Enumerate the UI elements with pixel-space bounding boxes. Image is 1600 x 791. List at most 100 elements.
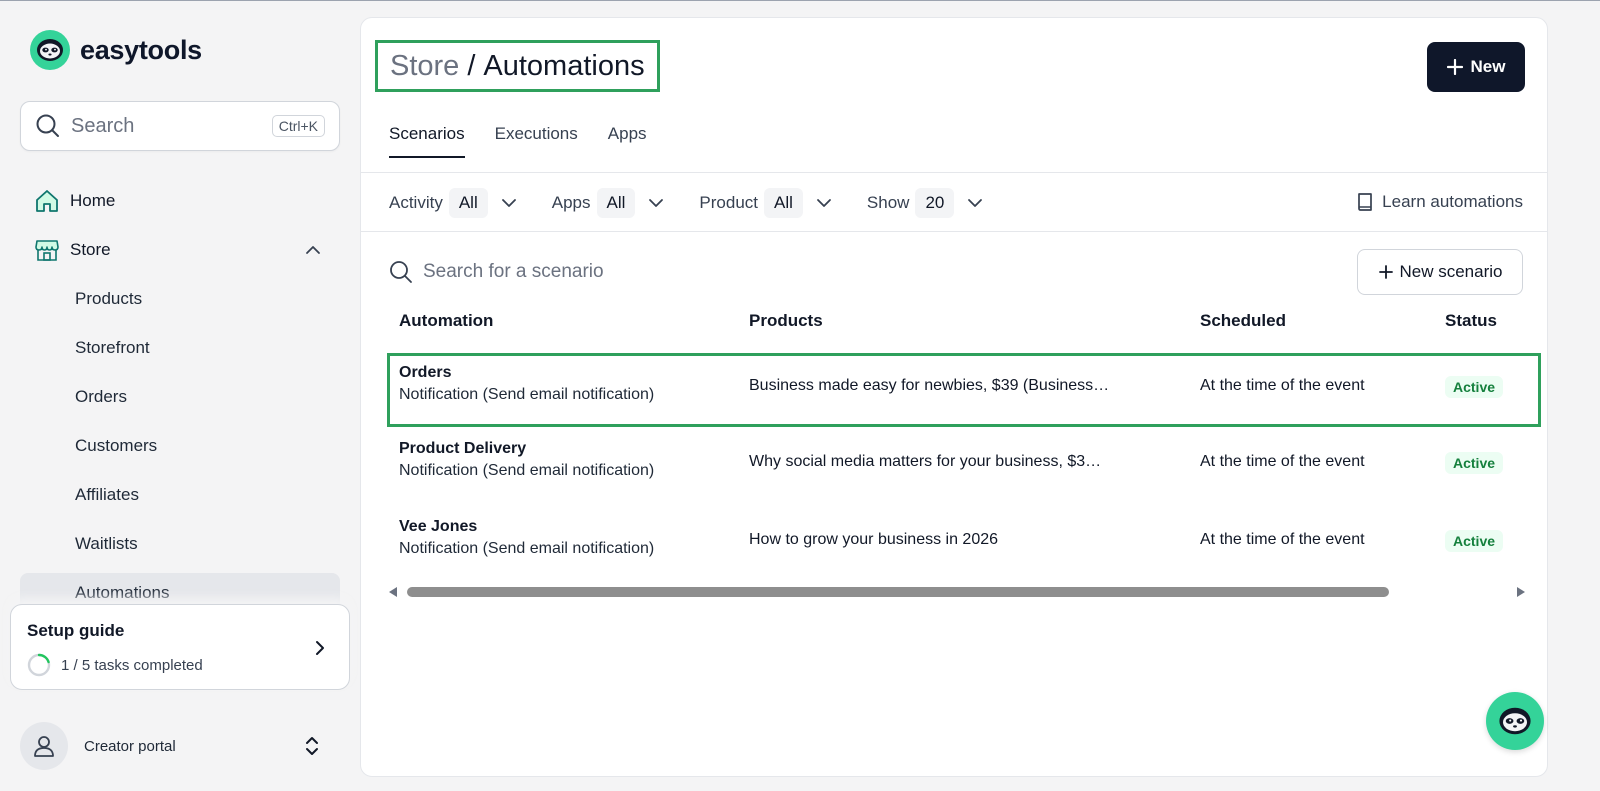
- column-header-products[interactable]: Products: [749, 311, 823, 331]
- scrollbar-thumb[interactable]: [407, 587, 1389, 597]
- sidebar-item-label: Automations: [75, 583, 170, 602]
- tab-apps[interactable]: Apps: [608, 124, 647, 158]
- scroll-right-arrow-icon[interactable]: [1517, 587, 1525, 597]
- automation-name: Orders: [399, 364, 452, 381]
- automation-type: Notification (Send email notification): [399, 540, 655, 557]
- setup-guide-card[interactable]: Setup guide 1 / 5 tasks completed: [10, 604, 350, 690]
- chevron-down-icon: [501, 199, 516, 207]
- automation-cell: Vee Jones Notification (Send email notif…: [399, 518, 654, 558]
- sidebar-item-label: Waitlists: [75, 534, 138, 553]
- scheduled-cell: At the time of the event: [1200, 377, 1365, 394]
- sidebar-item-customers[interactable]: Customers: [20, 426, 340, 466]
- home-icon: [36, 190, 58, 212]
- progress-ring-icon: [27, 653, 51, 677]
- setup-guide-progress: 1 / 5 tasks completed: [27, 653, 203, 677]
- products-cell: Business made easy for newbies, $39 (Bus…: [749, 377, 1110, 394]
- filter-value: All: [596, 188, 636, 218]
- avatar: [20, 722, 68, 770]
- sidebar-item-storefront[interactable]: Storefront: [20, 328, 340, 368]
- breadcrumb-separator: /: [467, 49, 476, 82]
- horizontal-scrollbar[interactable]: [387, 584, 1527, 600]
- sidebar-item-affiliates[interactable]: Affiliates: [20, 475, 340, 515]
- chat-support-button[interactable]: [1486, 692, 1544, 750]
- sidebar-item-orders[interactable]: Orders: [20, 377, 340, 417]
- filter-label: Apps: [551, 193, 591, 212]
- sidebar-item-home[interactable]: Home: [20, 181, 340, 221]
- plus-icon: [1378, 265, 1393, 279]
- scheduled-cell: At the time of the event: [1200, 453, 1365, 470]
- sloth-logo-icon: [30, 30, 70, 70]
- filter-activity[interactable]: Activity All: [389, 188, 518, 218]
- chevron-down-icon: [817, 199, 831, 207]
- filter-value: All: [764, 188, 803, 218]
- new-scenario-label: New scenario: [1399, 262, 1503, 281]
- sidebar-item-label: Storefront: [75, 338, 150, 357]
- creator-portal-switcher[interactable]: Creator portal: [20, 720, 340, 772]
- search-icon: [390, 261, 412, 283]
- sidebar-item-label: Products: [75, 289, 143, 308]
- breadcrumb: Store / Automations: [375, 40, 660, 92]
- filter-label: Product: [699, 193, 758, 212]
- chevron-down-icon: [968, 199, 983, 207]
- chevron-updown-icon: [306, 737, 318, 755]
- column-header-scheduled[interactable]: Scheduled: [1200, 311, 1286, 331]
- automation-cell: Product Delivery Notification (Send emai…: [399, 440, 654, 480]
- creator-portal-label: Creator portal: [84, 737, 176, 755]
- chevron-up-icon[interactable]: [304, 241, 322, 259]
- column-header-automation[interactable]: Automation: [399, 311, 493, 331]
- setup-guide-title: Setup guide: [27, 621, 125, 640]
- sidebar: easytools Search Ctrl+K Home Store Produ…: [0, 0, 360, 791]
- sidebar-item-label: Affiliates: [75, 485, 139, 504]
- new-button[interactable]: New: [1427, 42, 1525, 92]
- breadcrumb-current: Automations: [483, 49, 645, 82]
- main-panel: Store / Automations New Scenarios Execut…: [360, 17, 1548, 777]
- filter-product[interactable]: Product All: [699, 188, 833, 218]
- search-label: Search: [71, 114, 135, 137]
- setup-guide-progress-text: 1 / 5 tasks completed: [61, 656, 203, 674]
- book-icon: [1358, 193, 1373, 211]
- chevron-right-icon: [316, 641, 324, 655]
- scenario-search[interactable]: Search for a scenario: [389, 260, 604, 284]
- status-badge: Active: [1445, 452, 1504, 474]
- sidebar-item-waitlists[interactable]: Waitlists: [20, 524, 340, 564]
- breadcrumb-parent[interactable]: Store: [390, 50, 459, 83]
- sidebar-item-label: Orders: [75, 387, 127, 406]
- filter-show[interactable]: Show 20: [867, 188, 984, 218]
- sidebar-item-store[interactable]: Store: [20, 230, 340, 270]
- learn-automations-link[interactable]: Learn automations: [1356, 192, 1523, 212]
- filters-bar: Activity All Apps All Product All Show 2…: [389, 188, 1018, 218]
- scheduled-cell: At the time of the event: [1200, 531, 1365, 548]
- sidebar-search[interactable]: Search Ctrl+K: [20, 101, 340, 151]
- new-scenario-button[interactable]: New scenario: [1357, 249, 1523, 295]
- automation-type: Notification (Send email notification): [399, 462, 655, 479]
- learn-automations-label: Learn automations: [1382, 192, 1523, 211]
- automation-cell: Orders Notification (Send email notifica…: [399, 364, 654, 404]
- sloth-chat-icon: [1499, 707, 1531, 735]
- table-row[interactable]: Orders Notification (Send email notifica…: [387, 353, 1541, 427]
- sidebar-item-label: Store: [70, 240, 111, 259]
- search-icon: [36, 114, 59, 137]
- tabs-divider: [361, 172, 1547, 173]
- sidebar-item-label: Home: [70, 191, 116, 210]
- sidebar-item-products[interactable]: Products: [20, 279, 340, 319]
- tab-scenarios[interactable]: Scenarios: [389, 124, 465, 158]
- status-badge: Active: [1445, 376, 1504, 398]
- tab-executions[interactable]: Executions: [495, 124, 578, 158]
- user-icon: [34, 736, 54, 757]
- new-button-label: New: [1470, 57, 1506, 76]
- column-header-status[interactable]: Status: [1445, 311, 1497, 331]
- automation-name: Product Delivery: [399, 440, 527, 457]
- automation-type: Notification (Send email notification): [399, 386, 655, 403]
- filter-label: Activity: [389, 193, 443, 212]
- scroll-left-arrow-icon[interactable]: [389, 587, 397, 597]
- table-row[interactable]: Vee Jones Notification (Send email notif…: [387, 510, 1541, 584]
- sidebar-item-label: Customers: [75, 436, 158, 455]
- table-row[interactable]: Product Delivery Notification (Send emai…: [387, 432, 1541, 506]
- scenario-search-input[interactable]: Search for a scenario: [423, 261, 604, 283]
- filter-value: All: [448, 188, 488, 218]
- products-cell: Why social media matters for your busine…: [749, 453, 1102, 470]
- products-cell: How to grow your business in 2026: [749, 531, 999, 548]
- brand-logo[interactable]: easytools: [30, 30, 202, 70]
- brand-name: easytools: [80, 34, 202, 65]
- filter-apps[interactable]: Apps All: [552, 188, 666, 218]
